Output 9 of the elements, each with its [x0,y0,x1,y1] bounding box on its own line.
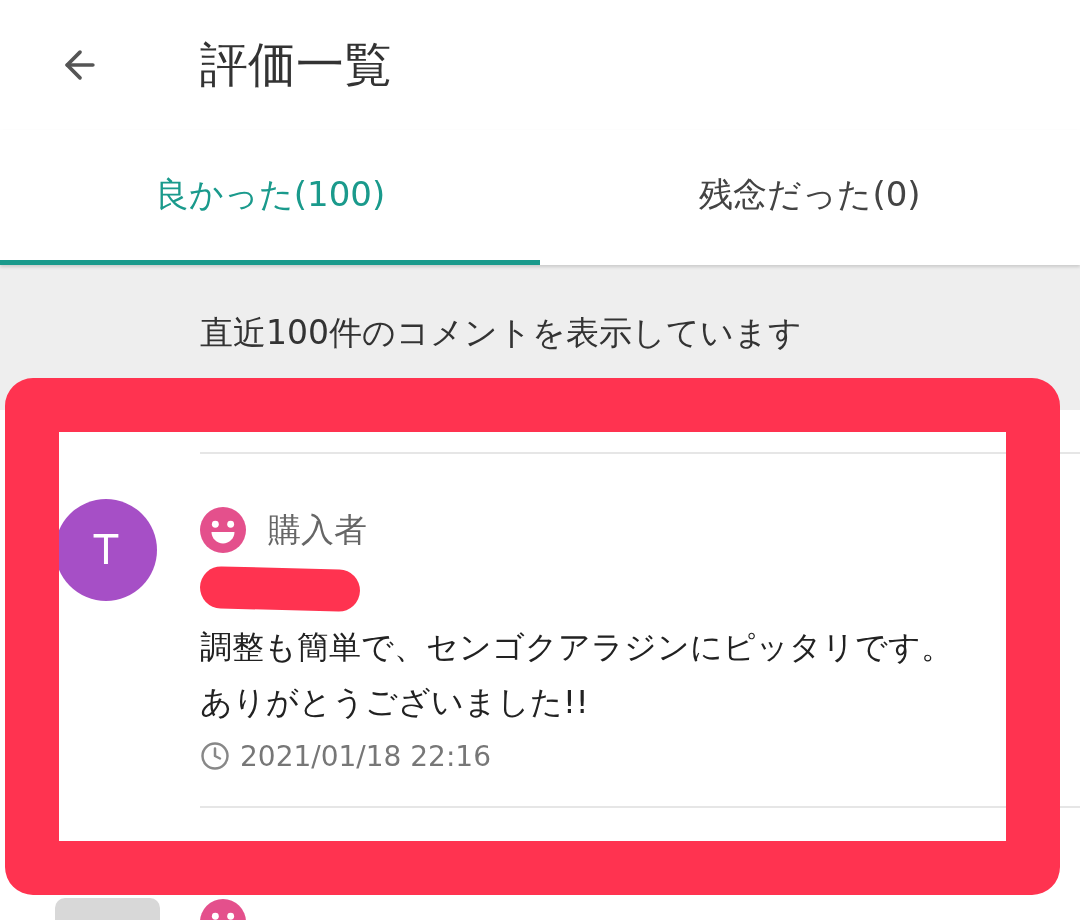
page-title: 評価一覧 [200,35,392,94]
tab[interactable]: 残念だった(0) [540,130,1080,265]
timestamp: 2021/01/18 22:16 [240,739,491,773]
comment-text: 調整も簡単で、センゴクアラジンにピッタリです。 ありがとうございました!! [200,627,954,723]
notice-text: 直近100件のコメントを表示しています [199,312,803,354]
tab[interactable]: 良かった(100) [0,130,540,265]
role-label: 購入者 [268,508,367,551]
clock-icon [200,741,230,771]
smiley-icon [200,507,246,553]
